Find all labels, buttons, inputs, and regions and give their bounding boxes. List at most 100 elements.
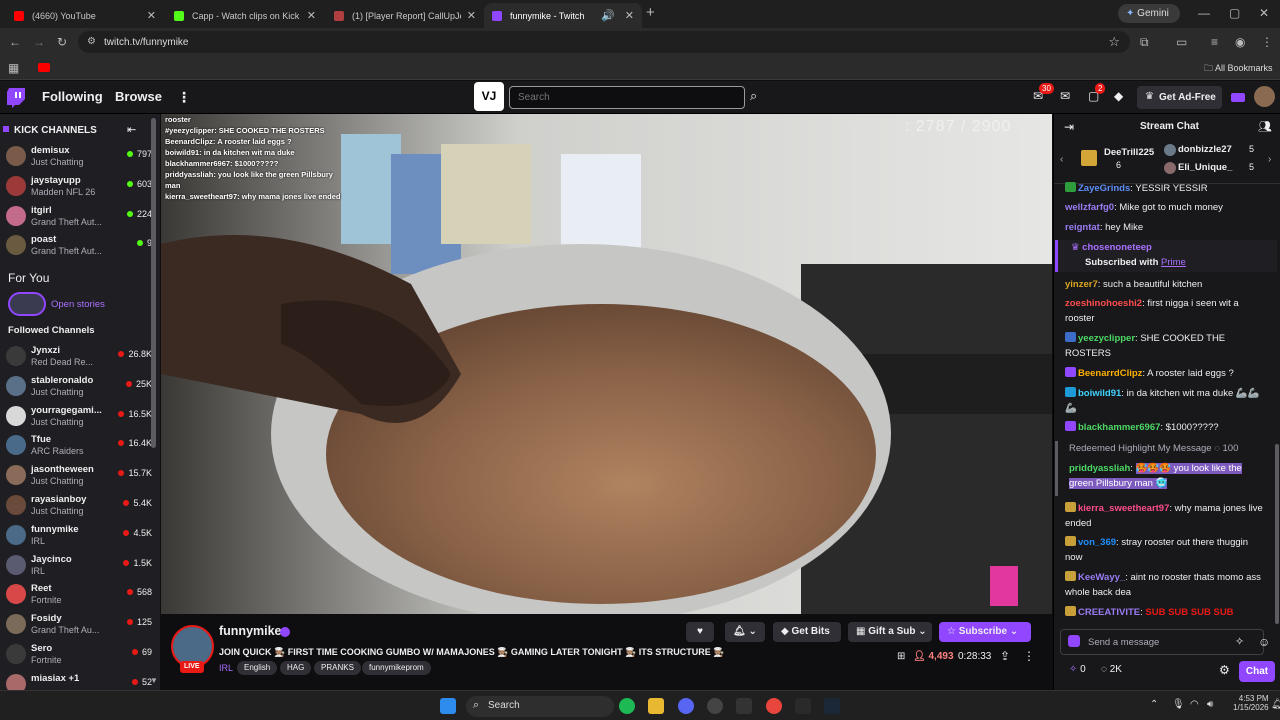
browser-tab-report[interactable]: (1) [Player Report] CallUpJefe | ✕ — [326, 3, 484, 28]
chat-username[interactable]: blackhammer6967 — [1078, 422, 1160, 433]
search-input[interactable] — [509, 86, 745, 109]
channel-points[interactable]: ◌ 2K — [1101, 664, 1122, 675]
sidebar-channel[interactable]: Sero Fortnite 69 — [6, 641, 152, 669]
tag-english[interactable]: English — [237, 661, 278, 675]
bookmark-star-icon[interactable]: ☆ — [1108, 34, 1120, 50]
chat-username[interactable]: zoeshinohoeshi2 — [1065, 298, 1142, 309]
extensions-icon[interactable]: ⧉ — [1140, 35, 1149, 49]
bits-cheer-icon[interactable]: ✧ — [1235, 635, 1244, 648]
follow-heart-button[interactable]: ♥ — [686, 622, 714, 642]
nav-following[interactable]: Following — [42, 89, 103, 104]
browser-tab-youtube[interactable]: (4660) YouTube ✕ — [6, 3, 164, 28]
bits-balance[interactable]: ✧ 0 — [1069, 664, 1086, 675]
close-tab-icon[interactable]: ✕ — [625, 9, 634, 22]
minimize-icon[interactable]: — — [1198, 6, 1210, 20]
sidebar-channel[interactable]: poast Grand Theft Aut... 9 — [6, 232, 152, 260]
reload-icon[interactable]: ↻ — [57, 35, 67, 49]
sidebar-channel[interactable]: Reet Fortnite 568 — [6, 581, 152, 609]
theatre-icon[interactable]: ⊞ — [897, 651, 905, 662]
close-window-icon[interactable]: ✕ — [1259, 6, 1269, 20]
windows-start-icon[interactable] — [440, 698, 456, 714]
site-info-icon[interactable]: ⚙ — [87, 36, 96, 47]
chat-send-button[interactable]: Chat — [1239, 661, 1275, 682]
chat-username[interactable]: reigntat — [1065, 222, 1100, 233]
chat-input[interactable]: Send a message ✧ — [1060, 629, 1264, 655]
sidebar-channel[interactable]: yourragegami... Just Chatting 16.5K — [6, 403, 152, 431]
sidebar-channel[interactable]: jaystayupp Madden NFL 26 603 — [6, 173, 152, 201]
nav-browse[interactable]: Browse — [115, 89, 162, 104]
sidebar-channel[interactable]: jasontheween Just Chatting 15.7K — [6, 462, 152, 490]
channel-name[interactable]: funnymike — [219, 624, 282, 638]
open-stories-link[interactable]: Open stories — [51, 299, 105, 310]
collapse-sidebar-icon[interactable]: ⇤ — [127, 123, 136, 136]
chat-username[interactable]: yeezyclipper — [1078, 333, 1135, 344]
chat-scrollbar[interactable] — [1275, 444, 1279, 624]
notification-icon[interactable]: 🔔︎ — [1271, 699, 1280, 710]
profile-icon[interactable]: ◉ — [1235, 35, 1245, 49]
chat-username[interactable]: priddyassliah — [1069, 463, 1130, 474]
tag-funnymikeprom[interactable]: funnymikeprom — [362, 661, 431, 675]
avatar[interactable] — [1254, 86, 1275, 107]
video-player[interactable]: rooster #yeezyclipper: SHE COOKED THE RO… — [161, 114, 1052, 614]
bits-icon[interactable]: ◆ — [1114, 89, 1123, 103]
steam-icon[interactable] — [824, 698, 840, 714]
chat-username[interactable]: CREEATIVITE — [1078, 607, 1140, 618]
sidebar-channel[interactable]: Tfue ARC Raiders 16.4K — [6, 432, 152, 460]
apps-grid-icon[interactable]: ▦ — [8, 61, 19, 75]
sidebar-channel[interactable]: itgirl Grand Theft Aut... 224 — [6, 203, 152, 231]
chat-username[interactable]: BeenarrdClipz — [1078, 368, 1142, 379]
url-field[interactable]: ⚙ twitch.tv/funnymike ☆ — [78, 31, 1130, 53]
chat-settings-icon[interactable]: ⚙ — [1219, 663, 1230, 677]
sidebar-channel[interactable]: stableronaldo Just Chatting 25K — [6, 373, 152, 401]
new-tab-button[interactable]: + — [646, 5, 655, 20]
app-icon[interactable] — [707, 698, 723, 714]
leaderboard-prev-icon[interactable]: ‹ — [1060, 154, 1063, 165]
share-icon[interactable]: ⇪ — [1000, 649, 1010, 663]
sidebar-channel[interactable]: miasiax +1 52 — [6, 671, 152, 690]
discord-icon[interactable] — [678, 698, 694, 714]
media-icon[interactable]: ≡ — [1211, 35, 1218, 49]
speaker-icon[interactable]: 🔊 — [601, 9, 615, 22]
collapse-chat-icon[interactable]: ⇥ — [1064, 120, 1074, 134]
browser-tab-twitch[interactable]: funnymike - Twitch 🔊 ✕ — [484, 3, 642, 28]
community-icon[interactable]: 👥︎ — [1258, 120, 1272, 133]
category-link[interactable]: IRL — [219, 663, 233, 673]
mail-icon[interactable]: ✉ — [1060, 89, 1070, 103]
chat-username[interactable]: KeeWayy_ — [1078, 572, 1125, 583]
extension-logo-icon[interactable]: VJ — [474, 82, 504, 111]
sidebar-scrollbar[interactable] — [151, 118, 156, 448]
scroll-down-icon[interactable]: ▼ — [150, 676, 158, 685]
prime-icon[interactable] — [1231, 93, 1245, 102]
chat-username[interactable]: von_369 — [1078, 537, 1116, 548]
chat-username[interactable]: kierra_sweetheart97 — [1078, 503, 1169, 514]
browser-tab-kick[interactable]: Capp - Watch clips on Kick ✕ — [166, 3, 324, 28]
forward-icon[interactable]: → — [33, 35, 45, 49]
tray-chevron-icon[interactable]: ⌃ — [1150, 699, 1158, 710]
notification-bell-button[interactable]: 🔔︎ ⌄ — [725, 622, 765, 642]
all-bookmarks-button[interactable]: 🗀 All Bookmarks — [1204, 61, 1273, 77]
get-ad-free-button[interactable]: ♛ Get Ad-Free — [1137, 86, 1222, 109]
tag-hag[interactable]: HAG — [280, 661, 312, 675]
chat-badge-icon[interactable] — [1068, 635, 1080, 647]
spotify-icon[interactable] — [619, 698, 635, 714]
more-menu-icon[interactable]: ⋮ — [177, 89, 191, 106]
volume-icon[interactable]: 🔊︎ — [1207, 699, 1213, 710]
app-2-icon[interactable] — [795, 698, 811, 714]
tag-pranks[interactable]: PRANKS — [314, 661, 361, 675]
leaderboard-next-icon[interactable]: › — [1268, 154, 1271, 165]
emote-icon[interactable]: ☺ — [1258, 635, 1270, 649]
sidebar-channel[interactable]: Fosidy Grand Theft Au... 125 — [6, 611, 152, 639]
more-options-icon[interactable]: ⋮ — [1023, 649, 1035, 663]
get-bits-button[interactable]: ◆ Get Bits — [773, 622, 841, 642]
gift-sub-button[interactable]: ▦ Gift a Sub ⌄ — [848, 622, 932, 642]
cast-icon[interactable]: ▭ — [1176, 35, 1187, 49]
wifi-icon[interactable]: ◠ — [1190, 699, 1199, 710]
chat-username[interactable]: yinzer7 — [1065, 279, 1098, 290]
gemini-button[interactable]: ✦ Gemini — [1118, 4, 1180, 23]
sidebar-channel[interactable]: Jynxzi Red Dead Re... 26.8K — [6, 343, 152, 371]
chat-username[interactable]: boiwild91 — [1078, 388, 1121, 399]
clock[interactable]: 4:53 PM 1/15/2026 — [1233, 694, 1269, 712]
search-icon[interactable]: ⌕ — [750, 88, 757, 104]
epic-games-icon[interactable] — [736, 698, 752, 714]
close-tab-icon[interactable]: ✕ — [307, 9, 316, 22]
